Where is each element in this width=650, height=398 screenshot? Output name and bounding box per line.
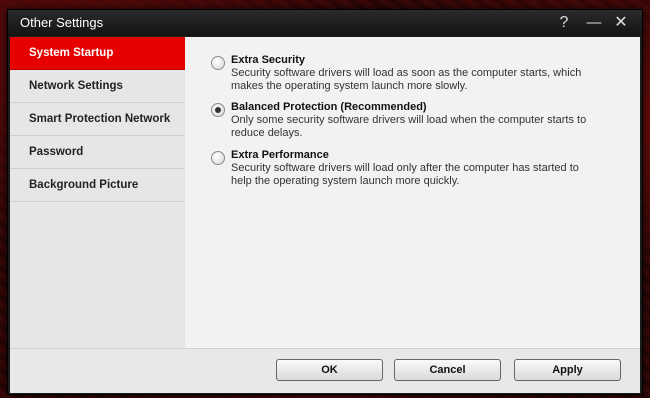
balanced-protection-radio[interactable]: [211, 103, 225, 117]
close-icon[interactable]: ✕: [611, 13, 631, 33]
title-bar[interactable]: Other Settings ? — ✕: [8, 10, 642, 36]
ok-button[interactable]: OK: [276, 359, 383, 381]
other-settings-window: Other Settings ? — ✕ System Startup Netw…: [7, 9, 643, 395]
window-title: Other Settings: [20, 15, 104, 30]
sidebar-item-background-picture[interactable]: Background Picture: [10, 169, 185, 202]
sidebar: System Startup Network Settings Smart Pr…: [10, 37, 185, 348]
cancel-button[interactable]: Cancel: [394, 359, 501, 381]
minimize-icon[interactable]: —: [584, 13, 604, 33]
sidebar-item-system-startup[interactable]: System Startup: [10, 37, 185, 70]
option-title: Balanced Protection (Recommended): [231, 101, 427, 113]
extra-performance-radio[interactable]: [211, 151, 225, 165]
sidebar-item-smart-protection-network[interactable]: Smart Protection Network: [10, 103, 185, 136]
option-title: Extra Performance: [231, 149, 329, 161]
extra-security-radio[interactable]: [211, 56, 225, 70]
option-description: Only some security software drivers will…: [231, 114, 587, 139]
sidebar-item-network-settings[interactable]: Network Settings: [10, 70, 185, 103]
help-icon[interactable]: ?: [554, 13, 574, 33]
apply-button[interactable]: Apply: [514, 359, 621, 381]
option-description: Security software drivers will load as s…: [231, 67, 582, 92]
content-panel: Extra Security Security software drivers…: [185, 37, 640, 348]
option-title: Extra Security: [231, 54, 305, 66]
option-description: Security software drivers will load only…: [231, 162, 579, 187]
button-bar: OK Cancel Apply: [10, 348, 640, 393]
sidebar-item-password[interactable]: Password: [10, 136, 185, 169]
